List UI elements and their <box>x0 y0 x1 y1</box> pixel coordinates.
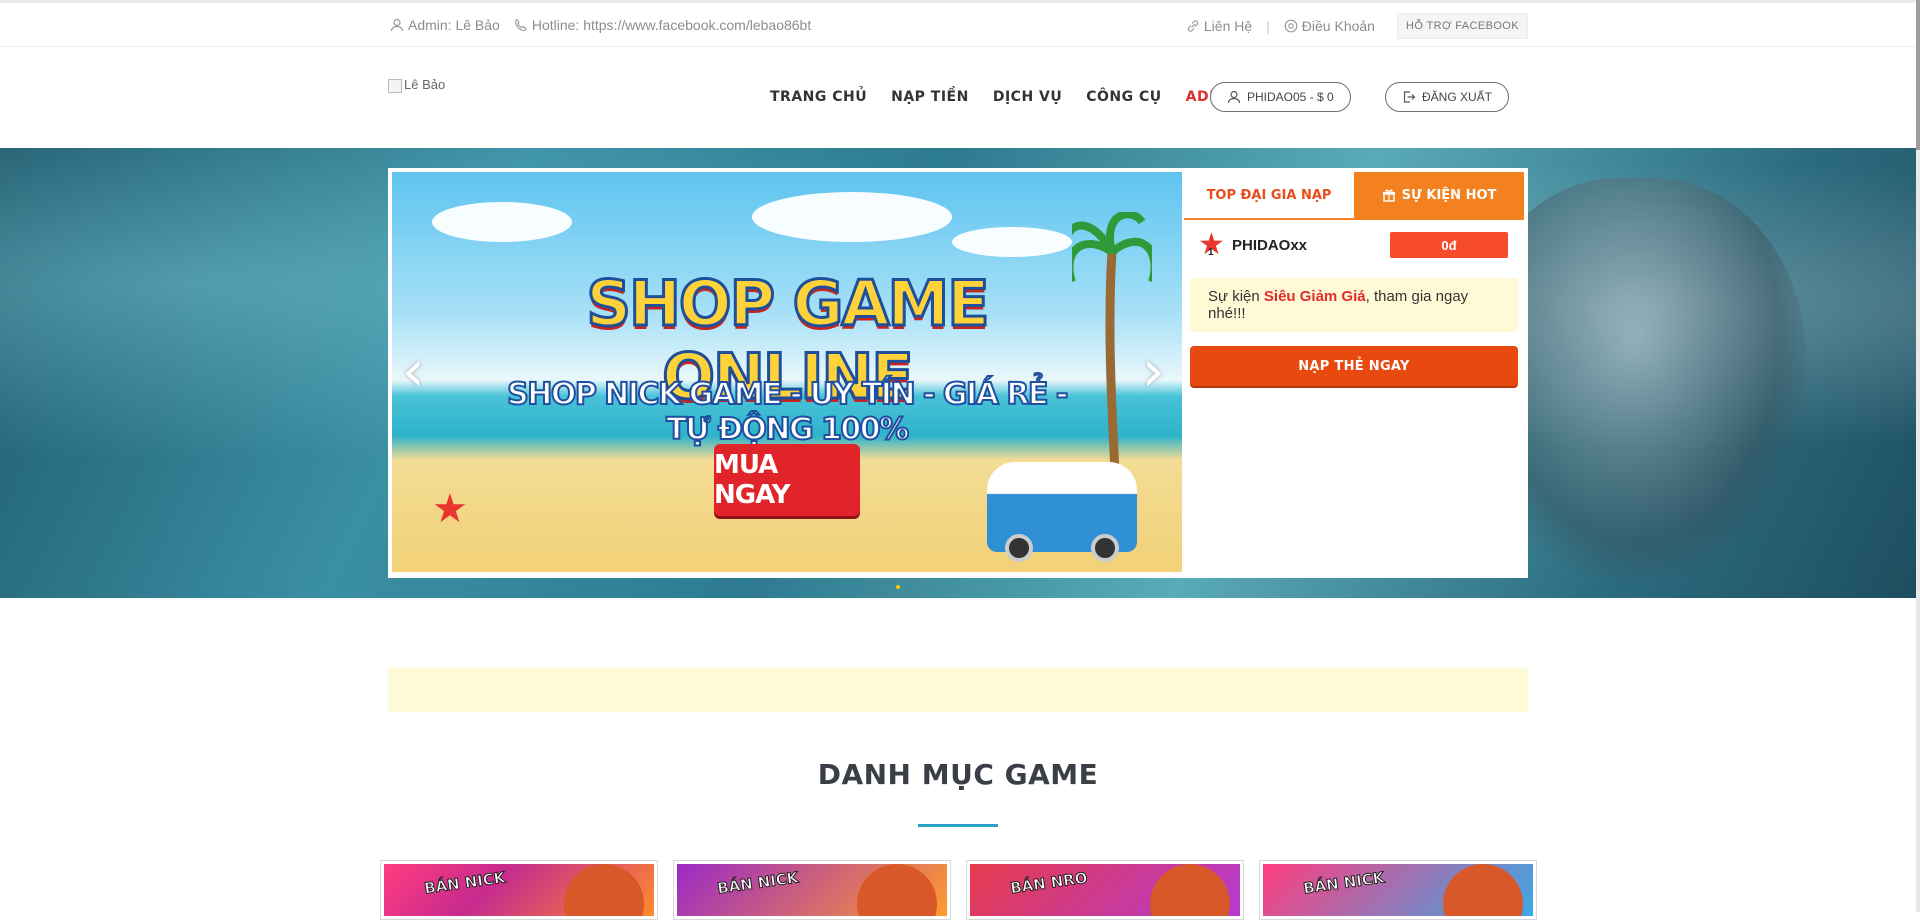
cloud-shape <box>952 227 1072 257</box>
ranking-row: ★ 1 PHIDAOxx 0đ <box>1184 220 1528 260</box>
site-logo[interactable]: Lê Bảo <box>388 77 445 93</box>
game-category-card[interactable]: BÁN NICK <box>1259 860 1537 920</box>
character-shape <box>564 864 644 916</box>
banner-image[interactable]: SHOP GAME ONLINE SHOP NICK GAME - UY TÍN… <box>392 172 1182 572</box>
game-card-image[interactable]: BÁN NICK <box>1263 864 1533 916</box>
page-scrollbar[interactable] <box>1916 0 1920 912</box>
card-label: BÁN NICK <box>423 868 507 898</box>
user-icon <box>1227 90 1241 104</box>
link-icon <box>1187 20 1199 32</box>
admin-label: Admin: Lê Bảo <box>408 17 500 33</box>
slider-indicator-dot[interactable] <box>896 585 900 589</box>
logout-button[interactable]: ĐĂNG XUẤT <box>1385 82 1510 112</box>
main-nav: TRANG CHỦ NẠP TIỀN DỊCH VỤ CÔNG CỤ ADMIN <box>770 89 1241 105</box>
tab-top-topup[interactable]: TOP ĐẠI GIA NẠP <box>1184 172 1354 218</box>
card-label: BÁN NICK <box>716 868 800 898</box>
top-bar: Admin: Lê Bảo Hotline: https://www.faceb… <box>0 0 1916 47</box>
nav-home[interactable]: TRANG CHỦ <box>770 89 867 105</box>
phone-icon <box>514 18 527 32</box>
event-highlight[interactable]: Siêu Giảm Giá <box>1264 288 1366 305</box>
rank-username: PHIDAOxx <box>1232 236 1308 254</box>
banner-subtitle: SHOP NICK GAME - UY TÍN - GIÁ RẺ - TỰ ĐỘ… <box>506 376 1069 448</box>
character-shape <box>1443 864 1523 916</box>
contact-link[interactable]: Liên Hệ <box>1186 18 1252 34</box>
game-card-image[interactable]: BÁN NRO <box>970 864 1240 916</box>
terms-link[interactable]: Điều Khoản <box>1284 18 1375 34</box>
hotline-label: Hotline: https://www.facebook.com/lebao8… <box>531 17 812 33</box>
tab-hot-label: SỰ KIỆN HOT <box>1401 187 1497 203</box>
broken-image-icon <box>388 79 402 93</box>
nav-tools[interactable]: CÔNG CỤ <box>1086 89 1161 105</box>
game-category-card[interactable]: BÁN NICK <box>673 860 951 920</box>
tab-hot-events[interactable]: SỰ KIỆN HOT <box>1354 172 1524 218</box>
character-shape <box>857 864 937 916</box>
logout-label: ĐĂNG XUẤT <box>1422 90 1493 104</box>
facebook-support-button[interactable]: HỖ TRỢ FACEBOOK <box>1396 13 1528 39</box>
scrollbar-thumb[interactable] <box>1916 0 1920 150</box>
slider-prev-arrow[interactable]: ‹ <box>402 344 428 400</box>
contact-label: Liên Hệ <box>1203 18 1253 34</box>
section-divider <box>918 824 998 827</box>
game-category-card[interactable]: BÁN NRO <box>966 860 1244 920</box>
star-icon: ★ 1 <box>1198 230 1228 260</box>
game-category-grid: BÁN NICK BÁN NICK BÁN NRO BÁN NICK <box>380 860 1537 920</box>
info-icon <box>1284 19 1298 33</box>
starfish-icon: ★ <box>432 487 468 531</box>
topup-now-button[interactable]: NẠP THẺ NGAY <box>1190 346 1518 386</box>
panel-tabs: TOP ĐẠI GIA NẠP SỰ KIỆN HOT <box>1184 172 1524 220</box>
hotline-info[interactable]: Hotline: https://www.facebook.com/lebao8… <box>514 17 811 33</box>
game-card-image[interactable]: BÁN NICK <box>677 864 947 916</box>
cloud-shape <box>752 192 952 242</box>
section-title: DANH MỤC GAME <box>817 758 1099 791</box>
admin-info: Admin: Lê Bảo <box>390 17 500 33</box>
terms-label: Điều Khoản <box>1301 18 1375 34</box>
card-label: BÁN NICK <box>1302 868 1386 898</box>
banner-slider[interactable]: SHOP GAME ONLINE SHOP NICK GAME - UY TÍN… <box>388 168 1184 578</box>
character-shape <box>1150 864 1230 916</box>
topbar-separator: | <box>1266 18 1270 34</box>
cloud-shape <box>432 202 572 242</box>
ranking-panel: TOP ĐẠI GIA NẠP SỰ KIỆN HOT ★ 1 PHIDAOxx … <box>1184 168 1528 578</box>
nav-services[interactable]: DỊCH VỤ <box>993 89 1062 105</box>
bus-illustration <box>987 462 1137 562</box>
rank-position: 1 <box>1208 247 1214 258</box>
logout-icon <box>1403 91 1416 103</box>
top-bar-right: Liên Hệ | Điều Khoản HỖ TRỢ FACEBOOK <box>1186 13 1528 39</box>
account-button[interactable]: PHIDAO05 - $ 0 <box>1210 82 1351 112</box>
buy-now-button[interactable]: MUA NGAY <box>714 444 860 516</box>
event-notice: Sự kiện Siêu Giảm Giá, tham gia ngay nhé… <box>1190 278 1518 332</box>
wheel-shape <box>1091 534 1119 562</box>
logo-alt-text: Lê Bảo <box>404 77 446 92</box>
announcement-bar <box>388 668 1528 712</box>
nav-topup[interactable]: NẠP TIỀN <box>891 89 969 105</box>
top-bar-left: Admin: Lê Bảo Hotline: https://www.faceb… <box>390 17 811 33</box>
gift-icon <box>1382 189 1395 202</box>
site-header: Lê Bảo TRANG CHỦ NẠP TIỀN DỊCH VỤ CÔNG C… <box>0 47 1916 148</box>
account-label: PHIDAO05 - $ 0 <box>1247 90 1334 104</box>
user-icon <box>390 18 404 32</box>
wheel-shape <box>1005 534 1033 562</box>
event-prefix: Sự kiện <box>1208 288 1264 305</box>
slider-next-arrow[interactable]: › <box>1142 344 1168 400</box>
game-card-image[interactable]: BÁN NICK <box>384 864 654 916</box>
game-category-card[interactable]: BÁN NICK <box>380 860 658 920</box>
rank-amount-badge: 0đ <box>1390 232 1508 258</box>
card-label: BÁN NRO <box>1009 868 1089 898</box>
